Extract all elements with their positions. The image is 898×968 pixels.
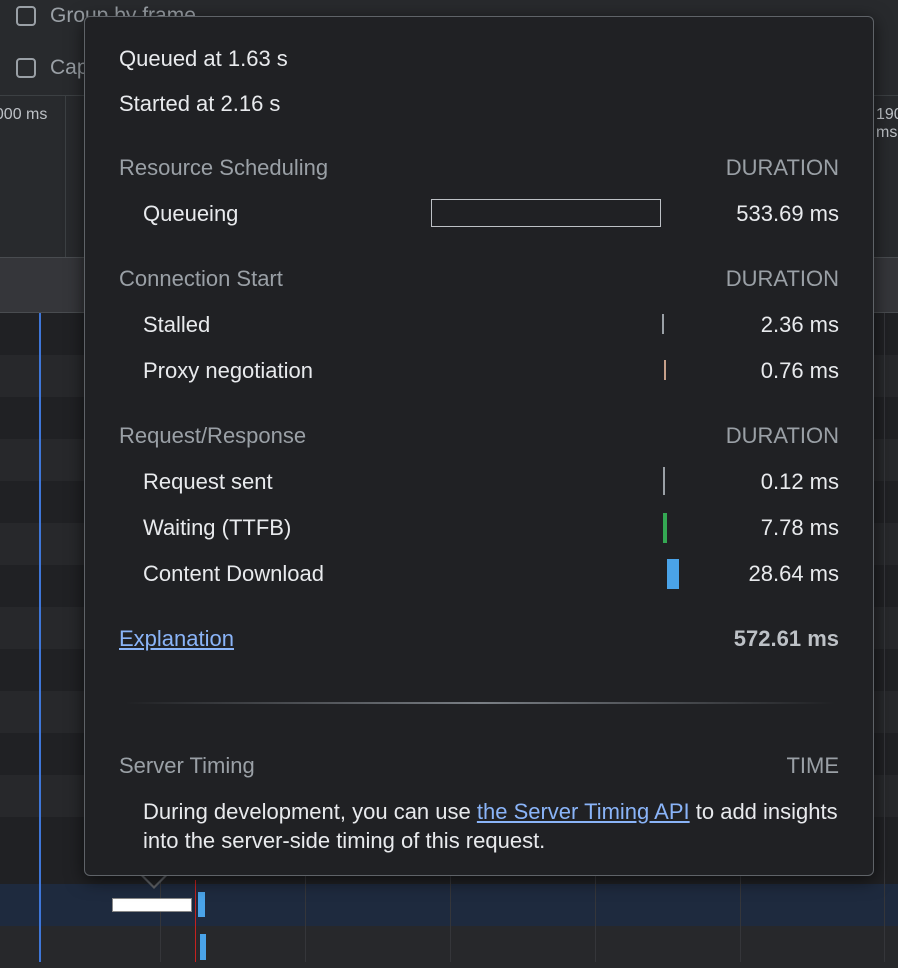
queueing-bar [431,199,661,227]
stalled-value: 2.36 ms [760,312,839,337]
waterfall-download-bar [200,934,206,960]
server-timing-api-link[interactable]: the Server Timing API [477,799,690,824]
group-by-frame-checkbox[interactable] [16,6,36,26]
waterfall-gridline [884,313,885,962]
queueing-value: 533.69 ms [736,201,839,226]
section-title-request-response: Request/Response [119,423,307,448]
ruler-gridline [65,96,66,258]
timing-popover: Queued at 1.63 s Started at 2.16 s Resou… [84,16,874,876]
server-timing-text: During development, you can use [143,799,477,824]
started-at-text: Started at 2.16 s [119,91,281,116]
waiting-ttfb-value: 7.78 ms [760,515,839,540]
waterfall-queue-bar [112,898,192,912]
content-download-value: 28.64 ms [748,561,840,586]
content-download-bar [667,559,679,589]
request-sent-label: Request sent [143,469,273,494]
section-divider [125,702,835,704]
server-timing-description: During development, you can use the Serv… [143,797,843,855]
load-event-marker [195,880,196,962]
section-title-connection-start: Connection Start [119,266,283,291]
request-sent-value: 0.12 ms [760,469,839,494]
ruler-tick-left: 1000 ms [0,106,48,123]
explanation-link[interactable]: Explanation [119,626,234,652]
waterfall-download-bar [198,892,205,917]
waiting-ttfb-label: Waiting (TTFB) [143,515,292,540]
duration-header: DURATION [725,155,839,180]
ruler-tick-right: 1900 ms [876,106,898,141]
proxy-negotiation-bar [664,360,666,380]
time-header: TIME [786,753,839,778]
stalled-label: Stalled [143,312,211,337]
content-download-label: Content Download [143,561,325,586]
capture-screenshots-checkbox[interactable] [16,58,36,78]
queued-at-text: Queued at 1.63 s [119,46,288,71]
proxy-negotiation-value: 0.76 ms [760,358,839,383]
queueing-label: Queueing [143,201,239,226]
request-sent-bar [663,467,665,495]
waiting-ttfb-bar [663,513,667,543]
total-duration: 572.61 ms [733,626,839,651]
duration-header: DURATION [725,423,839,448]
duration-header: DURATION [725,266,839,291]
proxy-negotiation-label: Proxy negotiation [143,358,313,383]
section-title-server-timing: Server Timing [119,753,255,778]
section-title-resource-scheduling: Resource Scheduling [119,155,329,180]
dom-content-loaded-marker [39,313,41,962]
stalled-bar [662,314,664,334]
